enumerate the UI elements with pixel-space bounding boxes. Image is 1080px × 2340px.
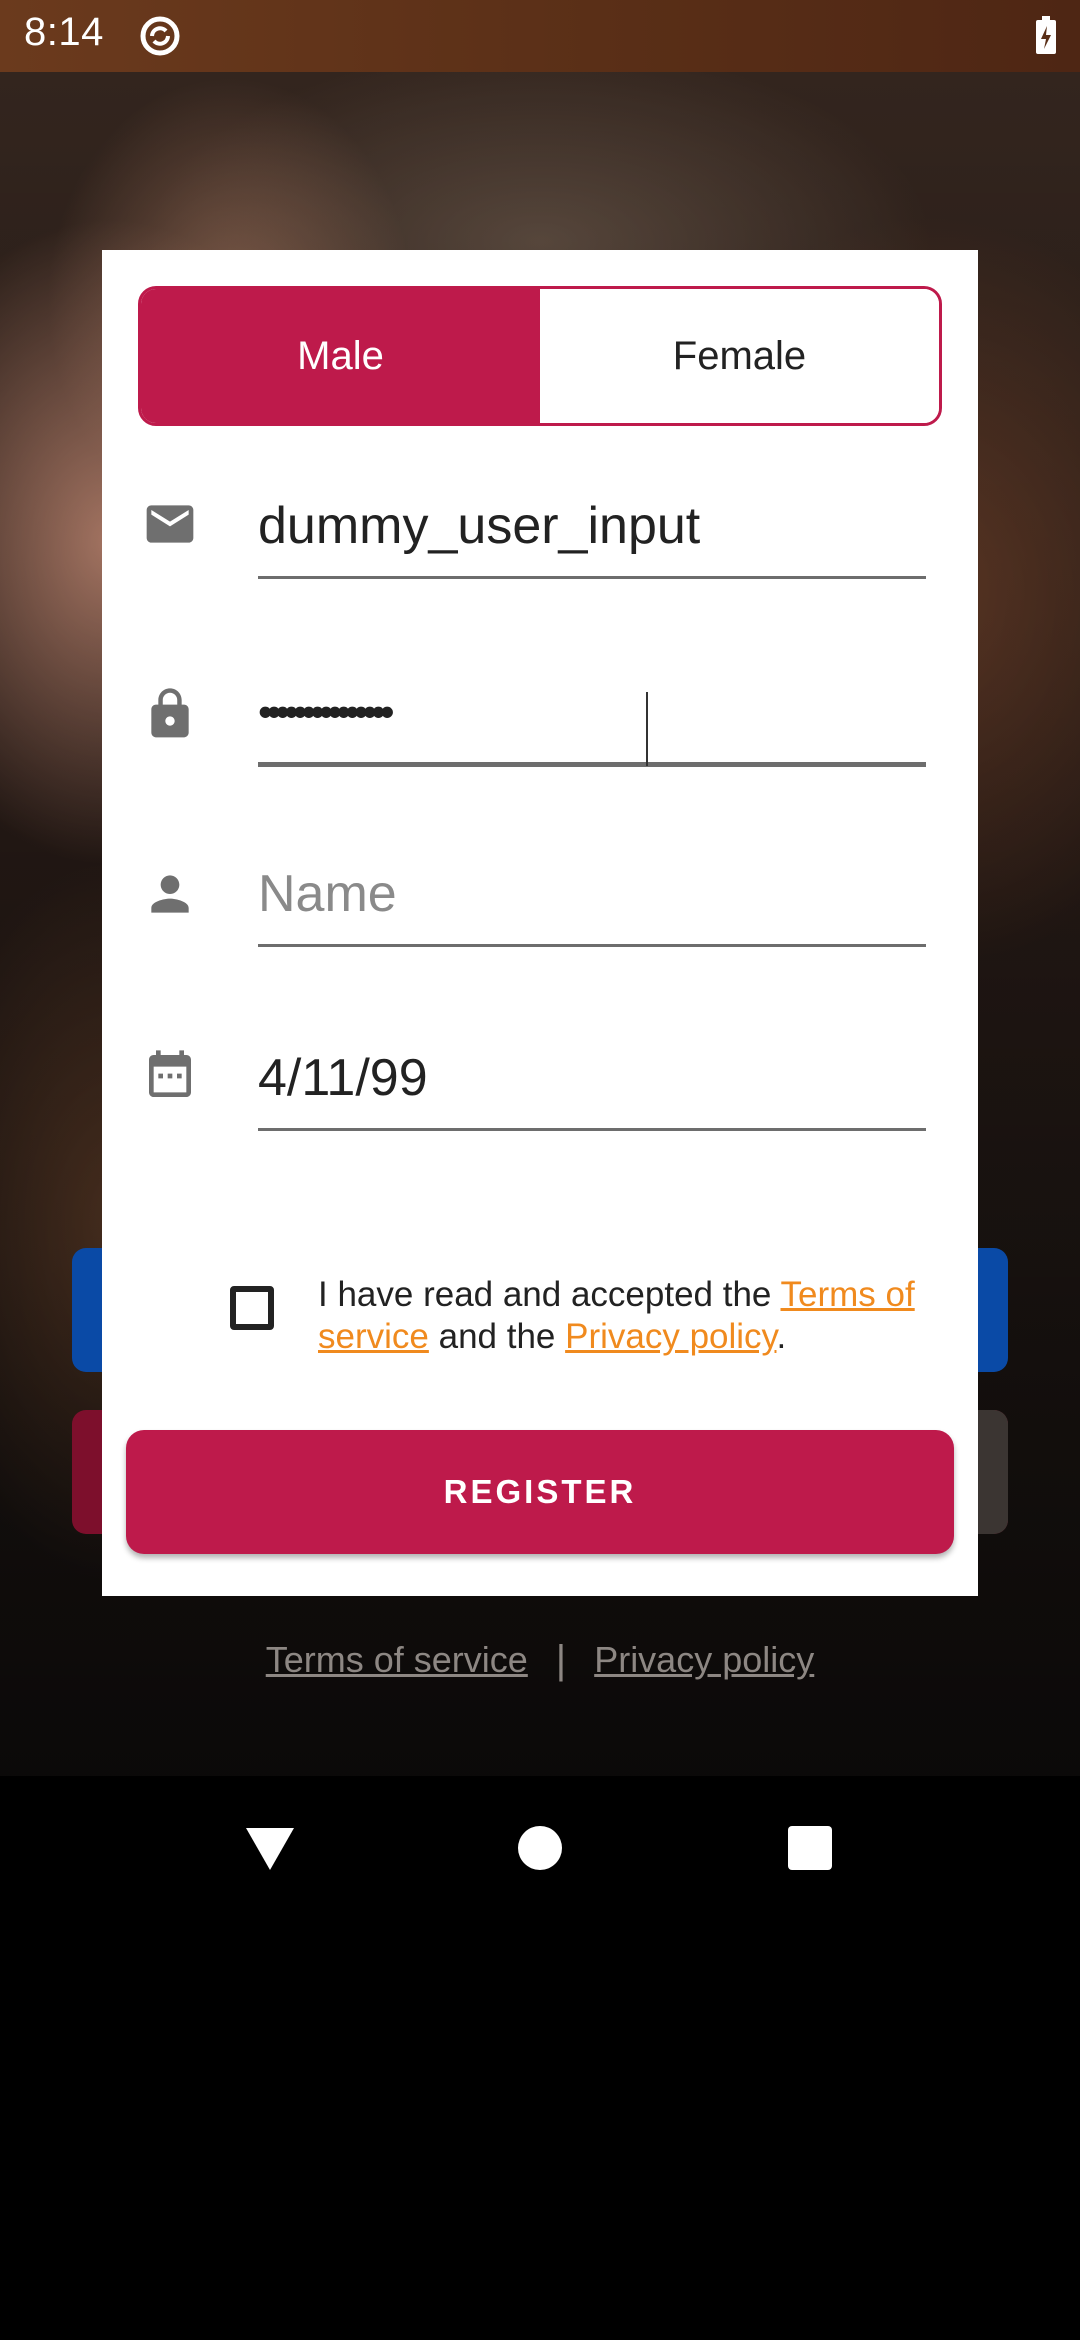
- home-circle-icon[interactable]: [468, 1776, 612, 1920]
- navigation-bar: [0, 1776, 1080, 1920]
- terms-row: I have read and accepted the Terms of se…: [138, 1246, 942, 1366]
- footer-terms-link[interactable]: Terms of service: [266, 1639, 528, 1681]
- gender-male-option[interactable]: Male: [141, 289, 540, 423]
- battery-charging-icon: [1036, 16, 1056, 54]
- name-row: [138, 844, 942, 954]
- terms-text: I have read and accepted the Terms of se…: [318, 1274, 946, 1358]
- birthdate-field[interactable]: [258, 1028, 926, 1131]
- footer-separator: |: [555, 1637, 567, 1682]
- lock-icon: [151, 688, 189, 738]
- terms-middle: and the: [428, 1317, 566, 1356]
- email-field[interactable]: [258, 476, 926, 579]
- footer-privacy-link[interactable]: Privacy policy: [594, 1639, 814, 1681]
- recents-square-icon[interactable]: [738, 1776, 882, 1920]
- status-bar: 8:14: [0, 0, 1080, 72]
- gender-female-option[interactable]: Female: [540, 289, 939, 423]
- register-button[interactable]: REGISTER: [126, 1430, 954, 1554]
- status-time: 8:14: [24, 10, 104, 54]
- calendar-icon: [149, 1050, 191, 1097]
- terms-checkbox[interactable]: [230, 1286, 274, 1330]
- sync-circle-icon: [140, 16, 180, 56]
- name-field[interactable]: [258, 844, 926, 947]
- text-cursor: [646, 692, 648, 766]
- password-row: •••••••••••••••: [138, 662, 942, 772]
- terms-prefix: I have read and accepted the: [318, 1275, 781, 1314]
- password-masked-text: •••••••••••••••: [258, 688, 395, 735]
- email-row: [138, 476, 942, 586]
- footer-links: Terms of service | Privacy policy: [0, 1630, 1080, 1690]
- gender-toggle: Male Female: [138, 286, 942, 426]
- privacy-policy-link[interactable]: Privacy policy: [565, 1317, 776, 1356]
- email-icon: [146, 505, 194, 543]
- birthdate-row: [138, 1028, 942, 1138]
- register-dialog: Male Female ••••••••••••••• I have read: [102, 250, 978, 1596]
- back-triangle-icon[interactable]: [198, 1776, 342, 1920]
- person-icon: [151, 875, 189, 913]
- terms-suffix: .: [776, 1317, 787, 1356]
